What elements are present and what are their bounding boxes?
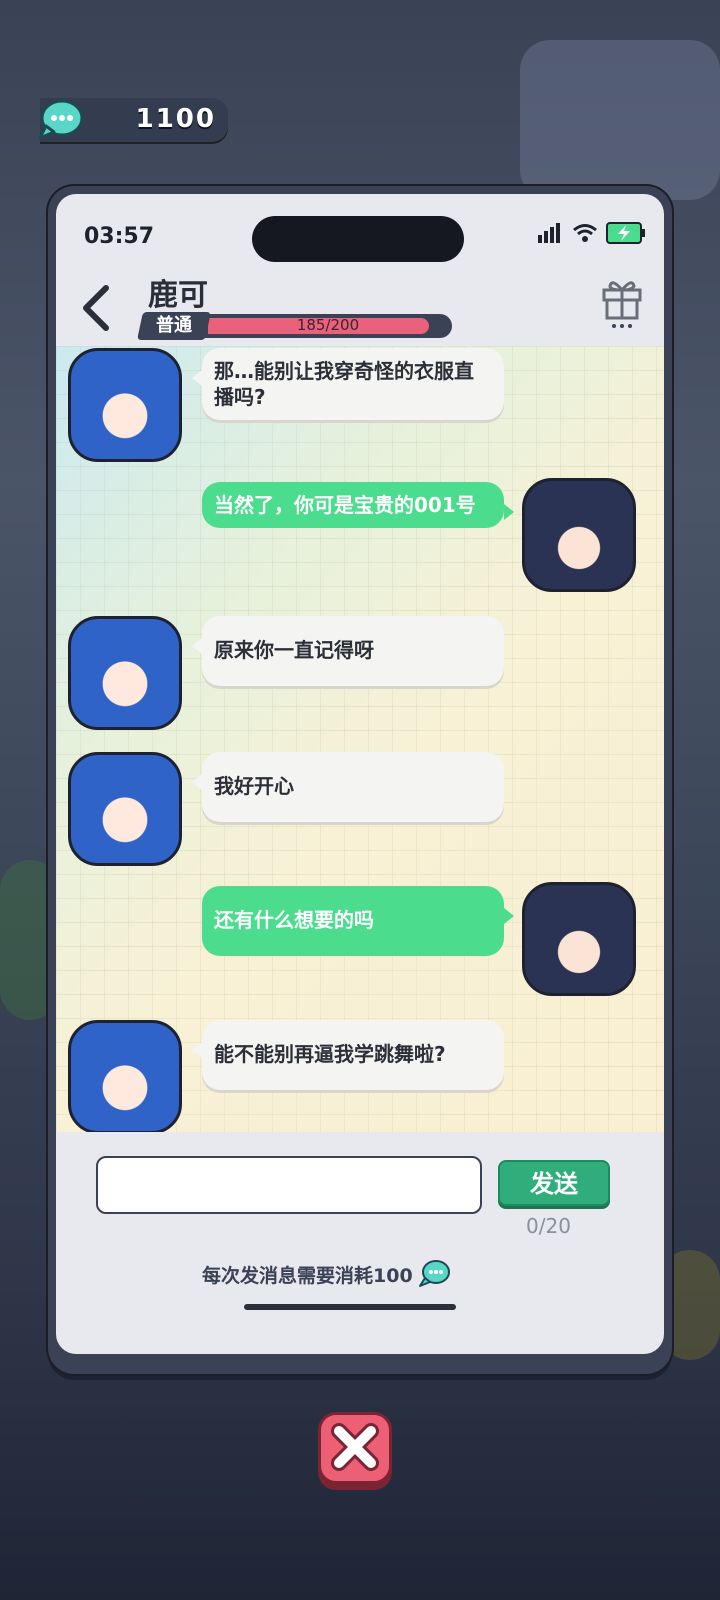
- message-row-incoming: 我好开心: [56, 750, 664, 870]
- message-row-incoming: 能不能别再逼我学跳舞啦?: [56, 1018, 664, 1132]
- cost-note-text: 每次发消息需要消耗100: [202, 1264, 413, 1287]
- gift-icon[interactable]: [600, 274, 644, 330]
- phone-notch: [252, 216, 464, 262]
- message-bubble: 能不能别再逼我学跳舞啦?: [192, 1020, 504, 1090]
- contact-name: 鹿可: [148, 278, 208, 313]
- chat-bubble-coin-icon: [418, 1260, 450, 1287]
- chat-bubble-coin-icon: [38, 99, 84, 140]
- battery-charging-icon: [606, 222, 645, 244]
- background-decoration: [520, 40, 720, 200]
- my-avatar: [522, 478, 636, 592]
- send-button[interactable]: 发送: [498, 1160, 610, 1206]
- character-counter: 0/20: [526, 1214, 571, 1238]
- message-bubble: 当然了，你可是宝贵的001号: [202, 482, 514, 528]
- close-icon: [331, 1423, 379, 1471]
- contact-avatar: [68, 348, 182, 462]
- contact-avatar: [68, 1020, 182, 1132]
- contact-avatar: [68, 616, 182, 730]
- rank-badge: 普通: [137, 312, 211, 340]
- status-icons: [538, 222, 646, 244]
- message-input[interactable]: [96, 1156, 482, 1214]
- rank-label: 普通: [156, 315, 192, 336]
- currency-amount: 1100: [135, 104, 216, 134]
- status-time: 03:57: [84, 224, 155, 249]
- currency-display: 1100: [38, 98, 228, 142]
- message-row-outgoing: 还有什么想要的吗: [56, 882, 664, 1002]
- contact-avatar: [68, 752, 182, 866]
- signal-icon: [538, 223, 560, 243]
- message-row-incoming: 那…能别让我穿奇怪的衣服直播吗?: [56, 346, 664, 466]
- wifi-icon: [573, 224, 597, 242]
- message-bubble: 我好开心: [192, 752, 504, 822]
- back-arrow-icon[interactable]: [80, 284, 112, 332]
- message-bubble: 那…能别让我穿奇怪的衣服直播吗?: [192, 348, 504, 420]
- message-bubble: 原来你一直记得呀: [192, 616, 504, 686]
- affection-bar: 185/200: [204, 314, 452, 338]
- message-bubble: 还有什么想要的吗: [202, 886, 514, 956]
- message-row-incoming: 原来你一直记得呀: [56, 614, 664, 734]
- chat-message-list[interactable]: 那…能别让我穿奇怪的衣服直播吗? 当然了，你可是宝贵的001号 原来你一直记得呀…: [56, 346, 664, 1132]
- affection-text: 185/200: [296, 316, 360, 334]
- my-avatar: [522, 882, 636, 996]
- chat-screen: 03:57 鹿可 185/200 普通 那…能别让我穿奇怪的衣服直播吗? 当然了…: [56, 194, 664, 1354]
- message-row-outgoing: 当然了，你可是宝贵的001号: [56, 478, 664, 598]
- home-indicator: [244, 1304, 456, 1310]
- close-button[interactable]: [318, 1412, 392, 1484]
- phone-frame: 03:57 鹿可 185/200 普通 那…能别让我穿奇怪的衣服直播吗? 当然了…: [48, 186, 672, 1374]
- cost-note: 每次发消息需要消耗100: [202, 1258, 451, 1290]
